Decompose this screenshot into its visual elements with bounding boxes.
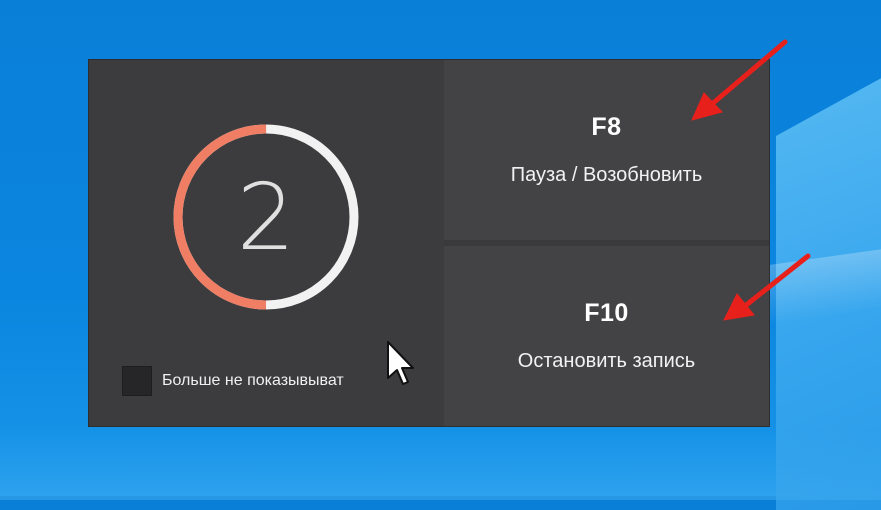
mouse-cursor-icon bbox=[387, 341, 414, 385]
red-arrow-icon bbox=[691, 39, 811, 321]
